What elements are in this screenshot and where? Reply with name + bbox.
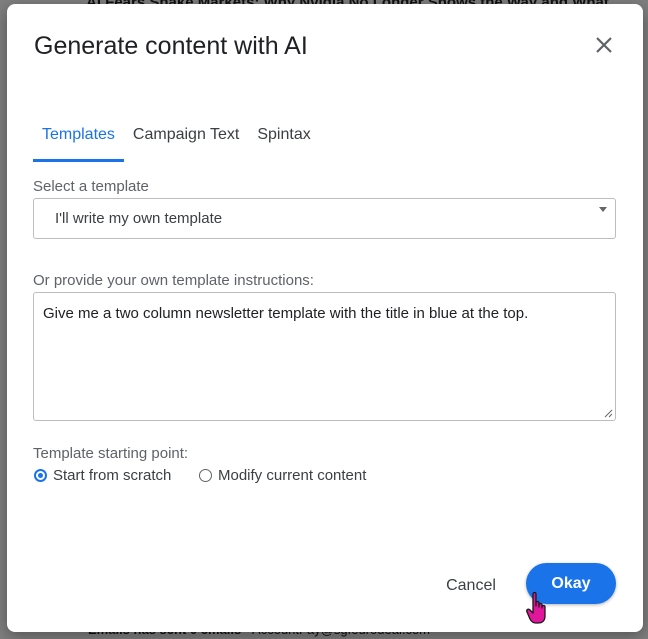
close-button[interactable] (591, 32, 617, 58)
cancel-button[interactable]: Cancel (433, 569, 509, 603)
template-select[interactable]: I'll write my own template (33, 198, 616, 239)
tab-campaign-text[interactable]: Campaign Text (124, 118, 248, 162)
instructions-textarea[interactable]: Give me a two column newsletter template… (33, 292, 616, 421)
close-icon (596, 37, 612, 53)
resize-handle-icon[interactable] (603, 408, 613, 418)
tab-spintax[interactable]: Spintax (248, 118, 319, 162)
select-template-label: Select a template (33, 178, 149, 195)
radio-modify-current-content[interactable]: Modify current content (199, 467, 366, 484)
radio-label-modify: Modify current content (218, 467, 367, 484)
caret-down-icon (599, 207, 607, 212)
dialog-title: Generate content with AI (34, 32, 308, 60)
instructions-label: Or provide your own template instruction… (33, 272, 314, 289)
generate-content-dialog: Generate content with AI Templates Campa… (7, 4, 643, 632)
radio-label-scratch: Start from scratch (53, 467, 172, 484)
radio-start-from-scratch[interactable]: Start from scratch (34, 467, 171, 484)
radio-button-checked[interactable] (34, 469, 47, 482)
starting-point-label: Template starting point: (33, 445, 189, 462)
instructions-text: Give me a two column newsletter template… (43, 305, 529, 322)
radio-button-unchecked[interactable] (199, 469, 212, 482)
hand-pointer-cursor-icon (526, 591, 546, 624)
tab-bar: Templates Campaign Text Spintax (33, 118, 320, 162)
template-select-value: I'll write my own template (55, 210, 223, 227)
tab-templates[interactable]: Templates (33, 118, 124, 162)
